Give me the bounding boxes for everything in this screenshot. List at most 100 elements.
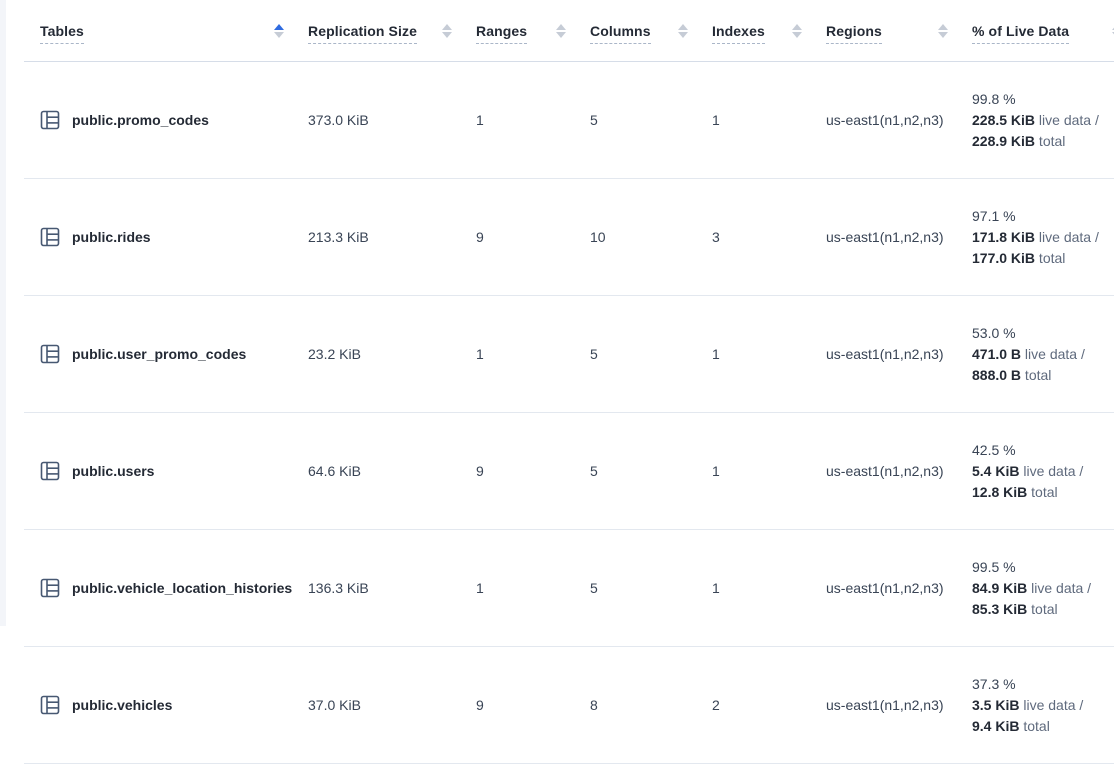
column-header-tables[interactable]: Tables [24,0,292,62]
table-name: public.vehicle_location_histories [72,580,292,596]
columns-cell: 10 [574,179,696,296]
replication-size-cell: 64.6 KiB [292,413,460,530]
live-data-label: live data / [1035,229,1099,245]
columns-cell: 5 [574,62,696,179]
table-row: public.users 64.6 KiB 9 5 1 us-east1(n1,… [24,413,1114,530]
total-data-label: total [1021,367,1051,383]
live-data-percent: 37.3 % [972,674,1114,695]
tables-table: Tables Replication Size Ranges Columns I… [24,0,1114,764]
total-data-line: 177.0 KiB total [972,248,1114,269]
sort-arrows-icon[interactable] [274,24,284,38]
table-name: public.users [72,463,154,479]
regions-cell: us-east1(n1,n2,n3) [810,530,956,647]
total-data-label: total [1027,484,1057,500]
column-header-regions[interactable]: Regions [810,0,956,62]
table-row: public.vehicle_location_histories 136.3 … [24,530,1114,647]
replication-size-cell: 23.2 KiB [292,296,460,413]
columns-cell: 5 [574,413,696,530]
table-icon [40,578,60,598]
live-data-value: 84.9 KiB [972,580,1027,596]
sort-arrows-icon[interactable] [556,24,566,38]
live-data-cell: 99.5 % 84.9 KiB live data / 85.3 KiB tot… [956,530,1114,647]
total-data-line: 9.4 KiB total [972,716,1114,737]
column-header-columns[interactable]: Columns [574,0,696,62]
total-data-value: 85.3 KiB [972,601,1027,617]
columns-cell: 5 [574,530,696,647]
live-data-value: 471.0 B [972,346,1021,362]
table-icon [40,695,60,715]
column-header-indexes[interactable]: Indexes [696,0,810,62]
live-data-label: live data / [1019,697,1083,713]
live-data-cell: 37.3 % 3.5 KiB live data / 9.4 KiB total [956,647,1114,764]
total-data-label: total [1035,133,1065,149]
live-data-label: live data / [1021,346,1085,362]
regions-cell: us-east1(n1,n2,n3) [810,413,956,530]
column-header-ranges[interactable]: Ranges [460,0,574,62]
column-header-label: % of Live Data [972,23,1069,44]
live-data-line: 84.9 KiB live data / [972,578,1114,599]
replication-size-cell: 37.0 KiB [292,647,460,764]
total-data-value: 9.4 KiB [972,718,1019,734]
ranges-cell: 9 [460,179,574,296]
live-data-value: 228.5 KiB [972,112,1035,128]
total-data-line: 85.3 KiB total [972,599,1114,620]
table-name-cell[interactable]: public.promo_codes [24,62,292,179]
total-data-value: 12.8 KiB [972,484,1027,500]
total-data-label: total [1027,601,1057,617]
replication-size-cell: 213.3 KiB [292,179,460,296]
table-row: public.user_promo_codes 23.2 KiB 1 5 1 u… [24,296,1114,413]
total-data-value: 228.9 KiB [972,133,1035,149]
total-data-line: 12.8 KiB total [972,482,1114,503]
columns-cell: 8 [574,647,696,764]
column-header-label: Columns [590,23,651,44]
ranges-cell: 1 [460,296,574,413]
table-name-cell[interactable]: public.user_promo_codes [24,296,292,413]
live-data-value: 171.8 KiB [972,229,1035,245]
sort-arrows-icon[interactable] [792,24,802,38]
table-icon [40,110,60,130]
indexes-cell: 3 [696,179,810,296]
table-name-cell[interactable]: public.vehicles [24,647,292,764]
regions-cell: us-east1(n1,n2,n3) [810,296,956,413]
table-row: public.rides 213.3 KiB 9 10 3 us-east1(n… [24,179,1114,296]
live-data-cell: 99.8 % 228.5 KiB live data / 228.9 KiB t… [956,62,1114,179]
column-header-label: Regions [826,23,882,44]
sort-arrows-icon[interactable] [442,24,452,38]
live-data-line: 3.5 KiB live data / [972,695,1114,716]
table-icon [40,461,60,481]
sort-arrows-icon[interactable] [678,24,688,38]
live-data-cell: 53.0 % 471.0 B live data / 888.0 B total [956,296,1114,413]
table-name: public.promo_codes [72,112,209,128]
table-name-cell[interactable]: public.vehicle_location_histories [24,530,292,647]
replication-size-cell: 136.3 KiB [292,530,460,647]
indexes-cell: 1 [696,62,810,179]
regions-cell: us-east1(n1,n2,n3) [810,647,956,764]
column-header-live-data[interactable]: % of Live Data [956,0,1114,62]
table-name: public.rides [72,229,151,245]
table-name: public.user_promo_codes [72,346,246,362]
column-header-replication-size[interactable]: Replication Size [292,0,460,62]
total-data-value: 888.0 B [972,367,1021,383]
live-data-cell: 97.1 % 171.8 KiB live data / 177.0 KiB t… [956,179,1114,296]
indexes-cell: 1 [696,296,810,413]
live-data-percent: 97.1 % [972,206,1114,227]
sort-arrows-icon[interactable] [938,24,948,38]
live-data-value: 3.5 KiB [972,697,1019,713]
live-data-value: 5.4 KiB [972,463,1019,479]
table-name-cell[interactable]: public.users [24,413,292,530]
column-header-label: Ranges [476,23,527,44]
table-name-cell[interactable]: public.rides [24,179,292,296]
table-name: public.vehicles [72,697,172,713]
live-data-label: live data / [1019,463,1083,479]
table-row: public.promo_codes 373.0 KiB 1 5 1 us-ea… [24,62,1114,179]
table-icon [40,227,60,247]
ranges-cell: 1 [460,530,574,647]
live-data-percent: 99.5 % [972,557,1114,578]
indexes-cell: 1 [696,413,810,530]
regions-cell: us-east1(n1,n2,n3) [810,179,956,296]
live-data-percent: 42.5 % [972,440,1114,461]
page-background-strip [0,0,6,626]
total-data-line: 888.0 B total [972,365,1114,386]
table-icon [40,344,60,364]
total-data-label: total [1019,718,1049,734]
